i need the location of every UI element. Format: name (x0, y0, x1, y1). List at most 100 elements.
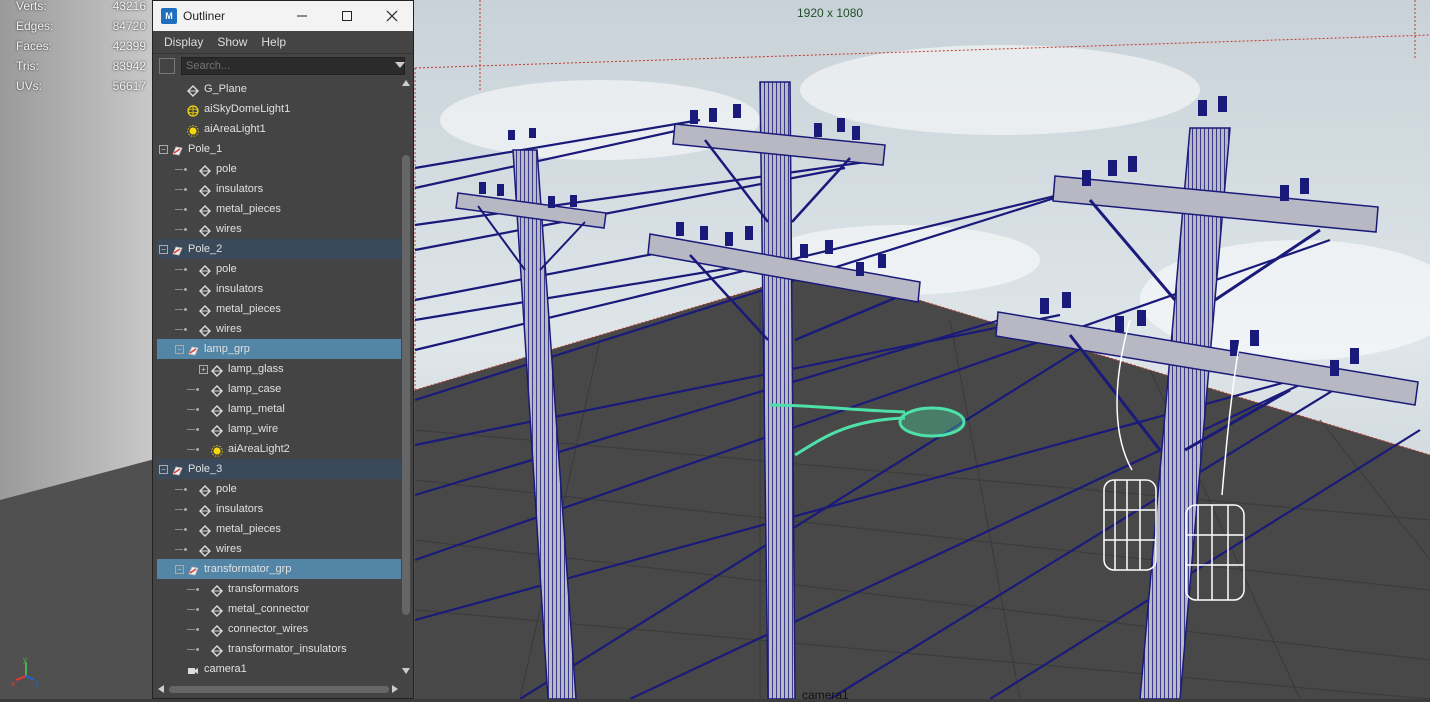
expand-icon[interactable]: + (199, 365, 208, 374)
camera-icon (188, 668, 198, 674)
outliner-tree[interactable]: G_Plane aiSkyDomeLight1 aiAreaLight1 − Pole_… (157, 79, 401, 679)
tree-node-dot (184, 328, 187, 331)
collapse-icon[interactable]: − (175, 565, 184, 574)
filter-icon[interactable] (159, 58, 175, 74)
outliner-item-label: aiAreaLight2 (228, 443, 290, 455)
outliner-item[interactable]: insulators (157, 499, 401, 519)
outliner-titlebar[interactable]: M Outliner (153, 1, 413, 31)
close-icon (386, 10, 397, 22)
mesh-icon (211, 365, 223, 377)
outliner-item[interactable]: pole (157, 479, 401, 499)
scroll-right-icon[interactable] (391, 684, 399, 694)
tree-connector (187, 629, 195, 630)
outliner-item-label: insulators (216, 503, 264, 515)
outliner-item[interactable]: insulators (157, 179, 401, 199)
collapse-icon[interactable]: − (159, 145, 168, 154)
tree-connector (187, 449, 195, 450)
menu-help[interactable]: Help (254, 35, 293, 49)
mesh-icon (199, 324, 211, 337)
tree-node-dot (196, 428, 199, 431)
outliner-item[interactable]: + lamp_glass (157, 359, 401, 379)
outliner-item[interactable]: insulators (157, 279, 401, 299)
outliner-item[interactable]: − Pole_2 (157, 239, 401, 259)
outliner-item-label: lamp_glass (228, 363, 284, 375)
mesh-icon (199, 264, 211, 277)
outliner-item[interactable]: − Pole_1 (157, 139, 401, 159)
outliner-item[interactable]: metal_pieces (157, 199, 401, 219)
group-icon (172, 466, 183, 476)
scroll-left-icon[interactable] (157, 684, 165, 694)
outliner-item[interactable]: lamp_wire (157, 419, 401, 439)
outliner-item[interactable]: metal_pieces (157, 299, 401, 319)
mesh-icon (211, 405, 223, 417)
mesh-icon (199, 164, 211, 177)
mesh-icon (211, 644, 223, 657)
vertical-scroll-thumb[interactable] (402, 155, 410, 615)
outliner-item[interactable]: transformators (157, 579, 401, 599)
outliner-item[interactable]: camera1 (157, 659, 401, 679)
outliner-item[interactable]: − transformator_grp (157, 559, 401, 579)
scroll-up-icon[interactable] (401, 79, 411, 87)
outliner-item[interactable]: aiAreaLight2 (157, 439, 401, 459)
outliner-item[interactable]: metal_pieces (157, 519, 401, 539)
horizontal-scroll-thumb[interactable] (169, 686, 389, 693)
minimize-button[interactable] (279, 1, 324, 31)
outliner-item[interactable]: − lamp_grp (157, 339, 401, 359)
outliner-item[interactable]: G_Plane (157, 79, 401, 99)
outliner-item[interactable]: lamp_metal (157, 399, 401, 419)
close-button[interactable] (369, 1, 414, 31)
outliner-item-label: lamp_wire (228, 423, 279, 435)
svg-text:x: x (11, 679, 15, 688)
group-icon (188, 566, 199, 576)
outliner-item-label: aiAreaLight1 (204, 123, 266, 135)
mesh-icon (187, 85, 199, 97)
tree-node-dot (196, 388, 199, 391)
outliner-item[interactable]: wires (157, 319, 401, 339)
outliner-item[interactable]: aiSkyDomeLight1 (157, 99, 401, 119)
collapse-icon[interactable]: − (159, 465, 168, 474)
outliner-item[interactable]: lamp_case (157, 379, 401, 399)
outliner-item-label: insulators (216, 183, 264, 195)
camera-icon (187, 664, 198, 675)
outliner-item-label: G_Plane (204, 83, 247, 95)
outliner-item[interactable]: metal_connector (157, 599, 401, 619)
hud-verts: Verts: 43216 (16, 0, 146, 13)
outliner-item-label: wires (216, 543, 242, 555)
outliner-item[interactable]: connector_wires (157, 619, 401, 639)
horizontal-scrollbar[interactable] (157, 684, 398, 694)
hud-faces: Faces: 42399 (16, 39, 146, 53)
menu-display[interactable]: Display (157, 35, 210, 49)
outliner-item[interactable]: wires (157, 219, 401, 239)
tree-connector (175, 309, 183, 310)
tree-connector (175, 529, 183, 530)
outliner-window[interactable]: M Outliner Display Show Help G_Plane aiSk… (152, 0, 414, 699)
skydome-light-icon (187, 105, 199, 117)
collapse-icon[interactable]: − (159, 245, 168, 254)
search-options-arrow-icon[interactable] (395, 62, 405, 68)
mesh-icon (211, 424, 223, 437)
search-input[interactable] (181, 57, 405, 75)
outliner-item[interactable]: wires (157, 539, 401, 559)
outliner-item-label: metal_connector (228, 603, 310, 615)
mesh-icon (211, 385, 223, 397)
outliner-item-label: Pole_2 (188, 243, 223, 255)
outliner-item[interactable]: − Pole_3 (157, 459, 401, 479)
hud-edges: Edges: 84720 (16, 19, 146, 33)
mesh-icon (187, 84, 199, 97)
group-icon (171, 144, 183, 156)
tree-node-dot (184, 488, 187, 491)
maximize-button[interactable] (324, 1, 369, 31)
mesh-icon (199, 505, 211, 517)
outliner-item[interactable]: pole (157, 159, 401, 179)
scroll-down-icon[interactable] (401, 667, 411, 675)
tree-node-dot (184, 268, 187, 271)
tree-node-dot (184, 528, 187, 531)
outliner-item[interactable]: pole (157, 259, 401, 279)
menu-show[interactable]: Show (210, 35, 254, 49)
vertical-scrollbar[interactable] (401, 79, 411, 675)
collapse-icon[interactable]: − (175, 345, 184, 354)
mesh-icon (199, 284, 211, 297)
mesh-icon (199, 265, 211, 277)
outliner-item[interactable]: aiAreaLight1 (157, 119, 401, 139)
outliner-item[interactable]: transformator_insulators (157, 639, 401, 659)
